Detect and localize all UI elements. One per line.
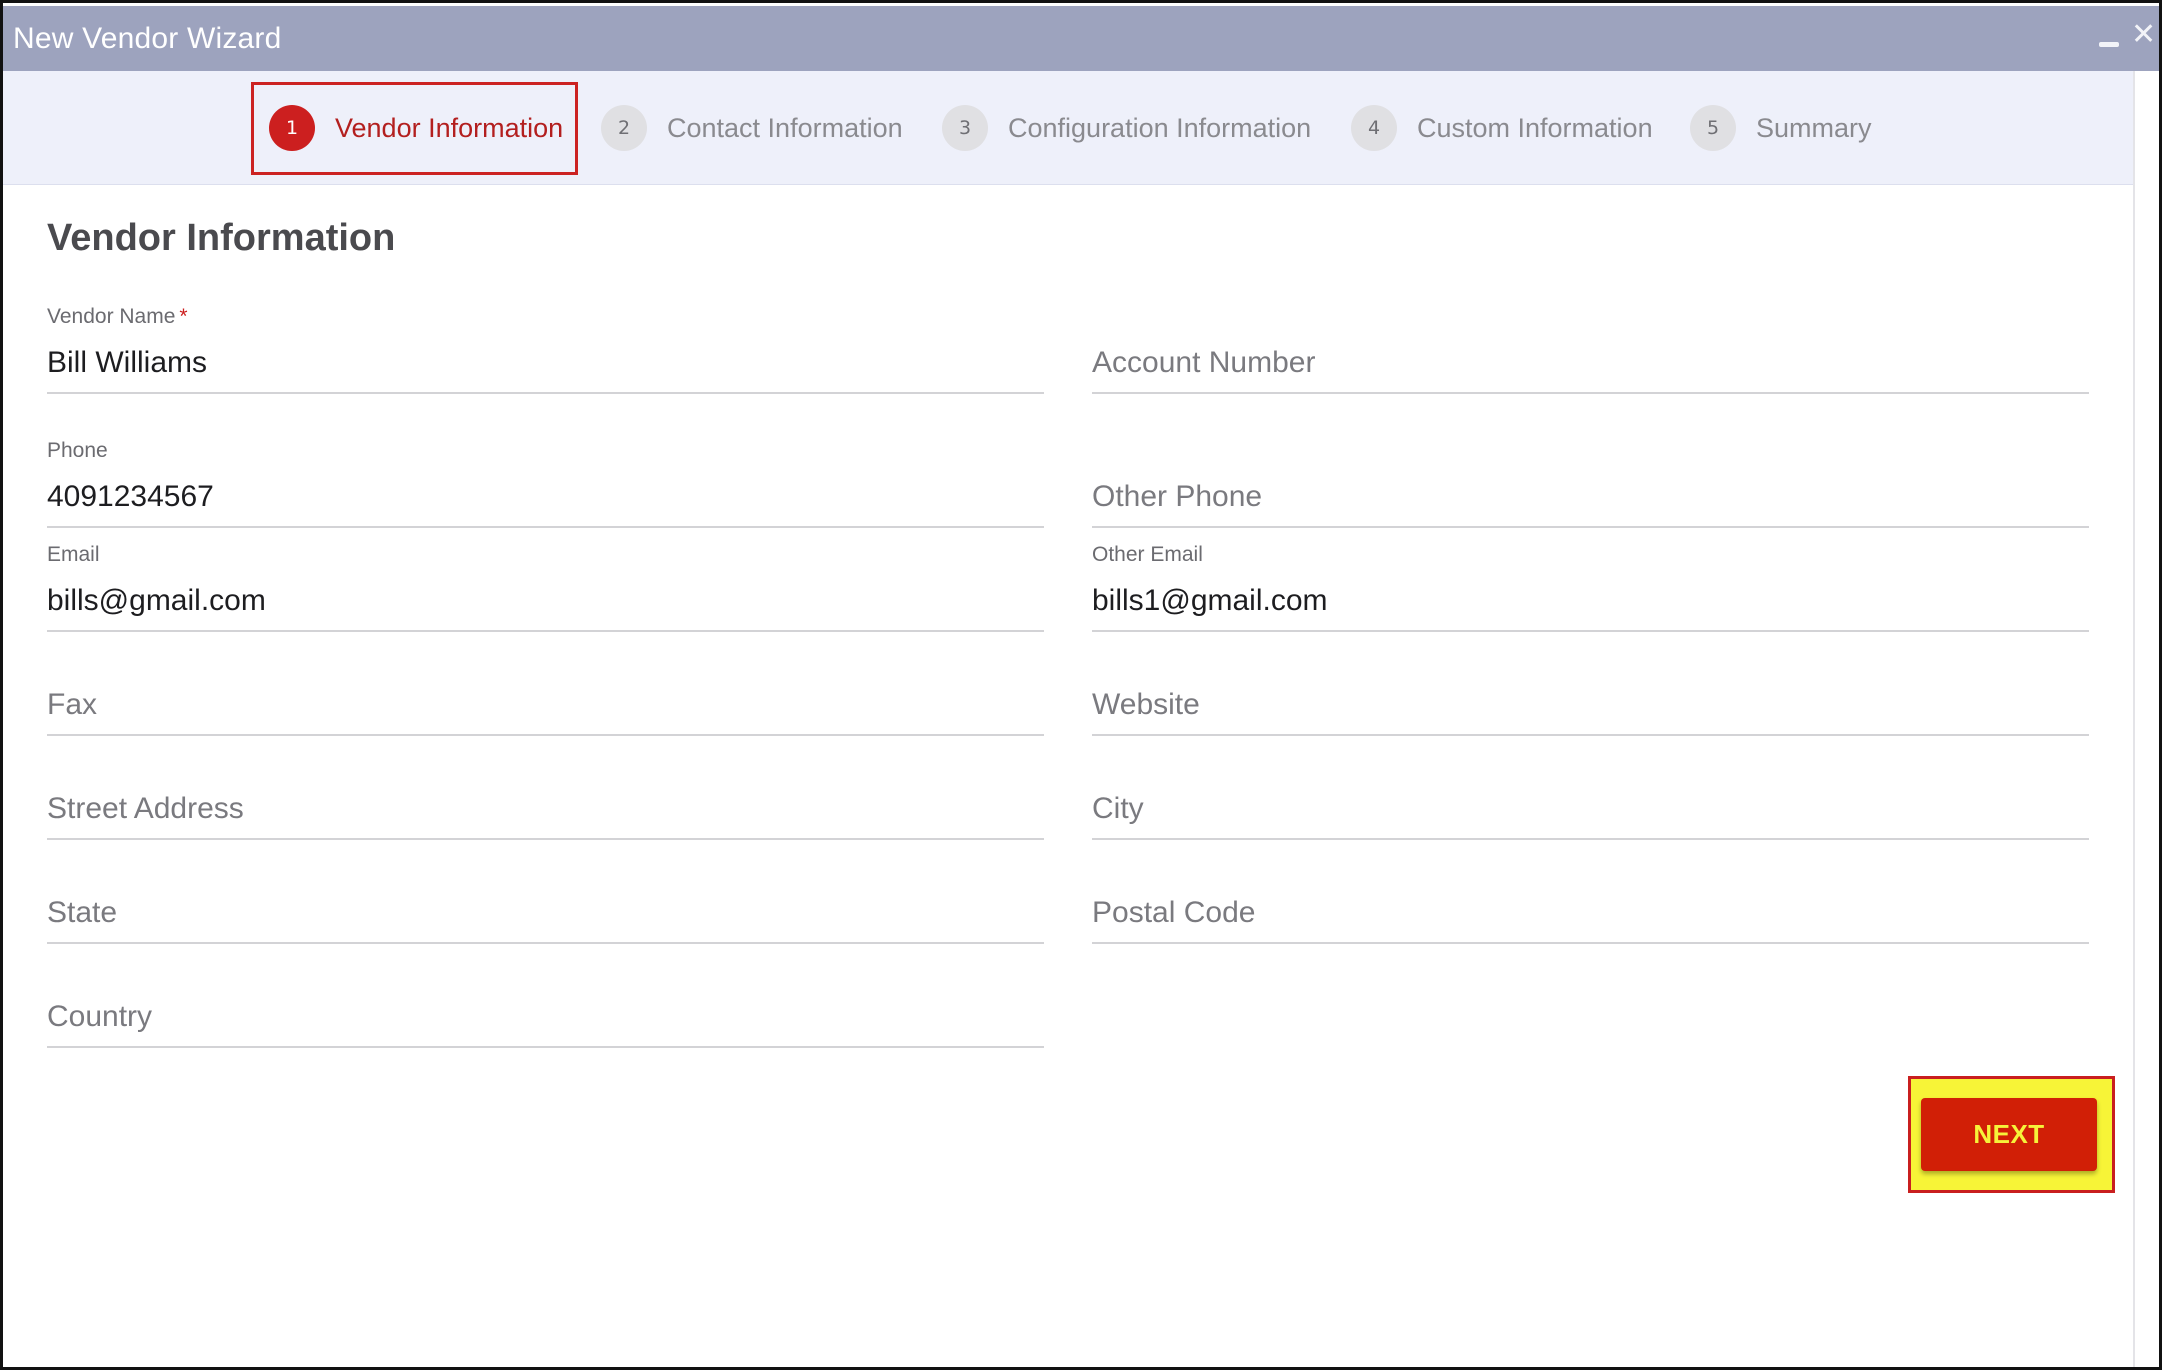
email-value: bills@gmail.com <box>47 584 266 617</box>
step-vendor-information[interactable]: 1 Vendor Information <box>269 71 563 185</box>
website-field[interactable]: Website <box>1092 647 2089 736</box>
close-icon[interactable]: ✕ <box>2131 20 2156 50</box>
account-number-placeholder: Account Number <box>1092 346 1316 379</box>
fax-placeholder: Fax <box>47 688 98 721</box>
step-label: Summary <box>1756 112 1872 143</box>
email-field[interactable]: Email bills@gmail.com <box>47 543 1044 632</box>
postal-code-field[interactable]: Postal Code <box>1092 855 2089 944</box>
vendor-name-field[interactable]: Vendor Name * Bill Williams <box>47 305 1044 394</box>
step-label: Vendor Information <box>335 112 564 143</box>
phone-label: Phone <box>47 439 108 462</box>
fax-field[interactable]: Fax <box>47 647 1044 736</box>
panel-edge <box>2133 71 2135 1367</box>
other-email-label: Other Email <box>1092 543 1203 566</box>
other-email-field[interactable]: Other Email bills1@gmail.com <box>1092 543 2089 632</box>
other-phone-placeholder: Other Phone <box>1092 480 1263 513</box>
section-title: Vendor Information <box>47 217 396 259</box>
vendor-name-label: Vendor Name * <box>47 305 188 328</box>
step-custom-information[interactable]: 4 Custom Information <box>1351 71 1653 185</box>
step-number: 5 <box>1690 105 1736 151</box>
state-field[interactable]: State <box>47 855 1044 944</box>
step-summary[interactable]: 5 Summary <box>1690 71 1872 185</box>
city-field[interactable]: City <box>1092 751 2089 840</box>
required-marker: * <box>179 305 188 328</box>
other-phone-field[interactable]: Other Phone <box>1092 439 2089 528</box>
step-number: 1 <box>269 105 315 151</box>
street-address-field[interactable]: Street Address <box>47 751 1044 840</box>
step-configuration-information[interactable]: 3 Configuration Information <box>942 71 1311 185</box>
step-number: 4 <box>1351 105 1397 151</box>
wizard-window: New Vendor Wizard ✕ 1 Vendor Information… <box>0 0 2162 1370</box>
step-number: 3 <box>942 105 988 151</box>
state-placeholder: State <box>47 896 118 929</box>
country-field[interactable]: Country <box>47 959 1044 1048</box>
window-controls: ✕ <box>2097 20 2156 50</box>
email-label: Email <box>47 543 100 566</box>
title-bar: New Vendor Wizard ✕ <box>3 6 2159 71</box>
other-email-value: bills1@gmail.com <box>1092 584 1328 617</box>
phone-field[interactable]: Phone 4091234567 <box>47 439 1044 528</box>
account-number-field[interactable]: Account Number <box>1092 305 2089 394</box>
step-label: Custom Information <box>1417 112 1653 143</box>
city-placeholder: City <box>1092 792 1144 825</box>
window-title: New Vendor Wizard <box>13 21 282 55</box>
street-address-placeholder: Street Address <box>47 792 244 825</box>
website-placeholder: Website <box>1092 688 1200 721</box>
phone-value: 4091234567 <box>47 480 214 513</box>
step-number: 2 <box>601 105 647 151</box>
next-button[interactable]: NEXT <box>1921 1098 2097 1171</box>
vendor-name-value: Bill Williams <box>47 346 207 379</box>
step-label: Configuration Information <box>1008 112 1312 143</box>
minimize-icon[interactable] <box>2097 20 2121 50</box>
step-contact-information[interactable]: 2 Contact Information <box>601 71 903 185</box>
country-placeholder: Country <box>47 1000 153 1033</box>
postal-code-placeholder: Postal Code <box>1092 896 1256 929</box>
step-label: Contact Information <box>667 112 903 143</box>
wizard-stepper: 1 Vendor Information 2 Contact Informati… <box>3 71 2133 185</box>
